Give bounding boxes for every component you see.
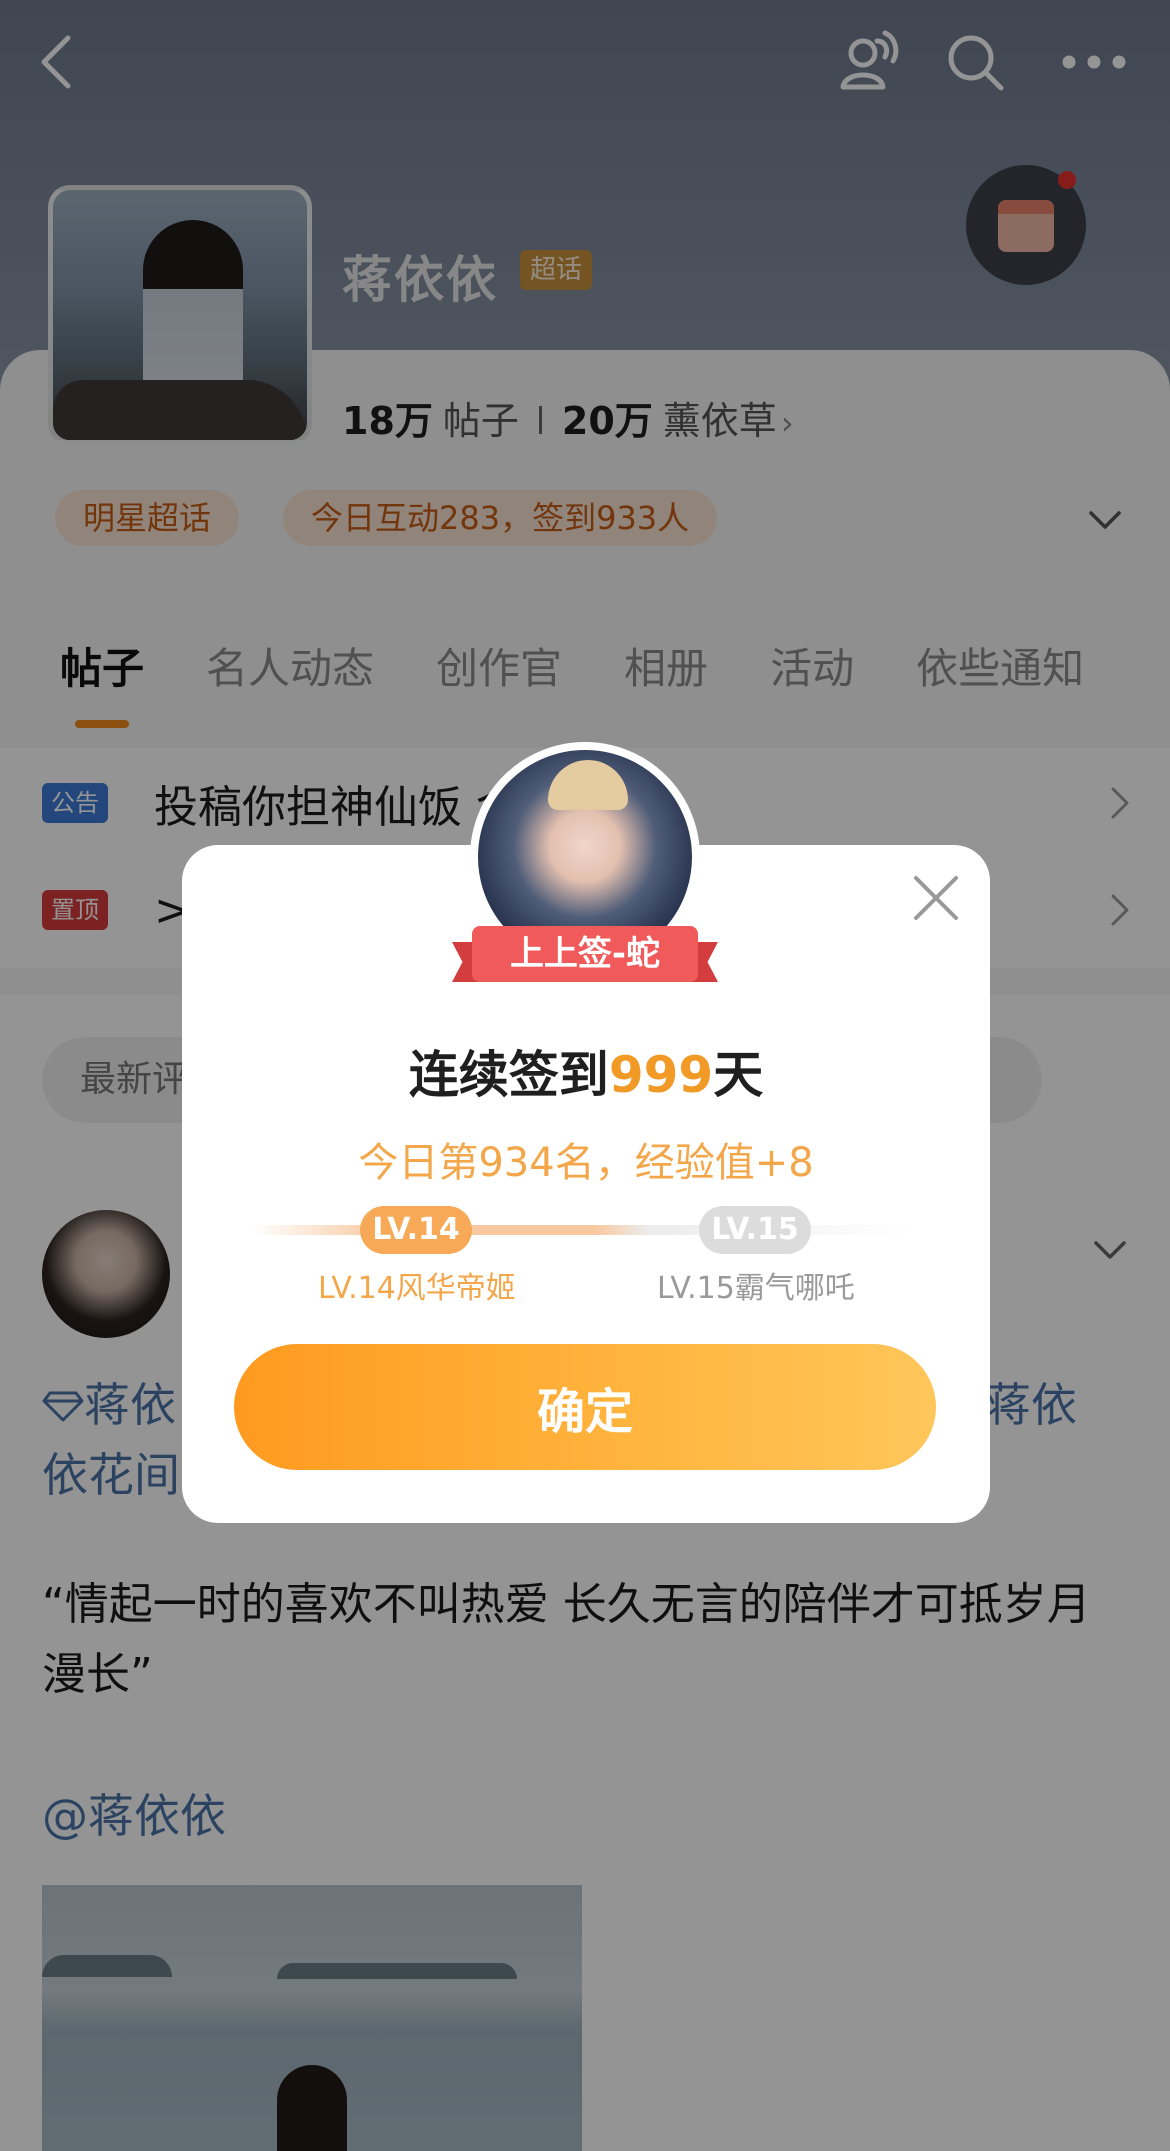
streak-prefix: 连续签到: [408, 1046, 609, 1104]
current-level-name: LV.14风华帝姬: [318, 1271, 516, 1306]
current-level-badge: LV.14: [360, 1206, 472, 1254]
level-progress-track: [252, 1225, 912, 1235]
streak-suffix: 天: [713, 1046, 764, 1104]
super-topic-page: 蒋依依 超话 18万 帖子 20万 薰依草 › 明星超话 今日互动283，签到9…: [0, 0, 1170, 2151]
close-icon[interactable]: [912, 874, 960, 922]
rank-text: 今日第934名，经验值+8: [358, 1140, 814, 1186]
fortune-ribbon: 上上签-蛇: [452, 926, 718, 990]
confirm-button[interactable]: 确定: [234, 1344, 936, 1470]
fortune-label: 上上签-蛇: [472, 926, 698, 982]
streak-text: 连续签到999天: [182, 1035, 990, 1107]
next-level-name: LV.15霸气哪吒: [657, 1271, 855, 1306]
next-level-badge: LV.15: [699, 1206, 811, 1254]
streak-days: 999: [608, 1046, 714, 1104]
